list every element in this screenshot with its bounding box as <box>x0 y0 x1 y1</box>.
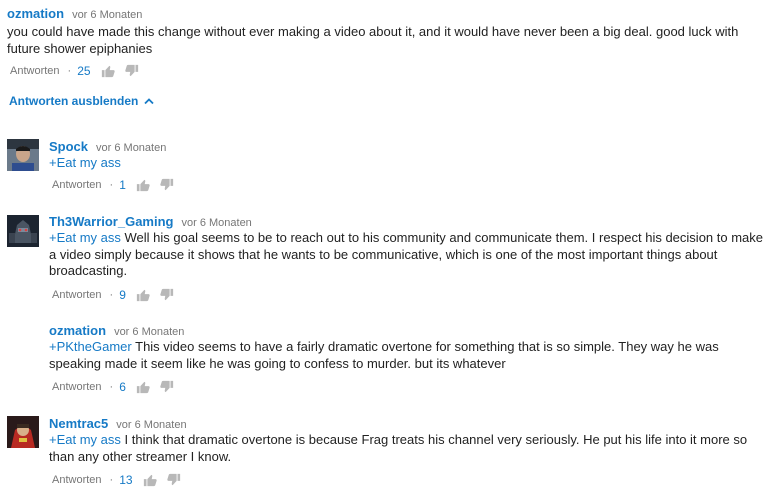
thumbs-up-icon[interactable] <box>143 473 157 487</box>
thumbs-up-icon[interactable] <box>136 288 150 302</box>
reply-button[interactable]: Antworten <box>52 474 102 486</box>
reply-time[interactable]: vor 6 Monaten <box>96 142 166 154</box>
mention-link[interactable]: +Eat my ass <box>49 155 121 170</box>
comment-actions: Antworten · 25 <box>10 63 139 79</box>
reply-button[interactable]: Antworten <box>52 179 102 191</box>
reply-body: Well his goal seems to be to reach out t… <box>49 230 764 278</box>
avatar-spock[interactable] <box>7 139 39 171</box>
comment-top: ozmation vor 6 Monaten you could have mad… <box>7 6 762 57</box>
comment-header: ozmation vor 6 Monaten <box>7 6 762 21</box>
reply-button[interactable]: Antworten <box>52 381 102 393</box>
separator-dot: · <box>109 179 114 191</box>
reply-text: +Eat my ass I think that dramatic overto… <box>49 432 765 465</box>
reply-actions: Antworten · 9 <box>52 287 174 303</box>
thumbs-down-icon[interactable] <box>166 473 181 487</box>
avatar-robot[interactable] <box>7 215 39 247</box>
separator-dot: · <box>109 474 114 486</box>
mention-link[interactable]: +Eat my ass <box>49 230 121 245</box>
reply-time[interactable]: vor 6 Monaten <box>114 326 184 338</box>
like-count: 6 <box>119 380 126 394</box>
reply-author[interactable]: ozmation <box>49 323 106 338</box>
thumbs-up-icon[interactable] <box>101 64 115 78</box>
reply-text: +PKtheGamer This video seems to have a f… <box>49 339 765 372</box>
reply-header: Spock vor 6 Monaten <box>49 139 166 154</box>
thumbs-down-icon[interactable] <box>160 178 174 192</box>
thumbs-up-icon[interactable] <box>136 380 150 394</box>
reply-ozmation: ozmation vor 6 Monaten +PKtheGamer This v… <box>49 323 765 372</box>
reply-nemtrac5: Nemtrac5 vor 6 Monaten +Eat my ass I thin… <box>49 416 765 465</box>
reply-body: This video seems to have a fairly dramat… <box>49 339 719 371</box>
thumbs-down-icon[interactable] <box>160 288 174 302</box>
reply-body: I think that dramatic overtone is becaus… <box>49 432 748 464</box>
reply-time[interactable]: vor 6 Monaten <box>181 217 251 229</box>
comment-time[interactable]: vor 6 Monaten <box>72 9 142 21</box>
reply-author[interactable]: Th3Warrior_Gaming <box>49 214 173 229</box>
comment-author[interactable]: ozmation <box>7 6 64 21</box>
separator-dot: · <box>109 289 114 301</box>
comment-text: you could have made this change without … <box>7 24 739 56</box>
reply-actions: Antworten · 6 <box>52 379 174 395</box>
separator-dot: · <box>109 381 114 393</box>
reply-th3warrior: Th3Warrior_Gaming vor 6 Monaten +Eat my a… <box>49 214 765 280</box>
hide-replies-toggle[interactable]: Antworten ausblenden <box>9 94 154 108</box>
separator-dot: · <box>67 65 72 77</box>
reply-actions: Antworten · 1 <box>52 177 174 193</box>
mention-link[interactable]: +PKtheGamer <box>49 339 132 354</box>
thumbs-down-icon[interactable] <box>160 380 174 394</box>
reply-spock: Spock vor 6 Monaten +Eat my ass <box>49 139 166 172</box>
hide-replies-label: Antworten ausblenden <box>9 94 139 108</box>
reply-button[interactable]: Antworten <box>10 65 60 77</box>
reply-time[interactable]: vor 6 Monaten <box>116 419 186 431</box>
like-count: 13 <box>119 473 133 487</box>
thumbs-down-icon[interactable] <box>124 64 139 78</box>
reply-text: +Eat my ass Well his goal seems to be to… <box>49 230 765 280</box>
like-count: 9 <box>119 288 126 302</box>
reply-author[interactable]: Spock <box>49 139 88 154</box>
reply-header: Nemtrac5 vor 6 Monaten <box>49 416 765 431</box>
reply-actions: Antworten · 13 <box>52 472 181 488</box>
like-count: 1 <box>119 178 126 192</box>
reply-header: ozmation vor 6 Monaten <box>49 323 765 338</box>
thumbs-up-icon[interactable] <box>136 178 150 192</box>
reply-button[interactable]: Antworten <box>52 289 102 301</box>
reply-header: Th3Warrior_Gaming vor 6 Monaten <box>49 214 765 229</box>
chevron-up-icon <box>144 98 154 105</box>
like-count: 25 <box>77 64 91 78</box>
reply-author[interactable]: Nemtrac5 <box>49 416 108 431</box>
mention-link[interactable]: +Eat my ass <box>49 432 121 447</box>
reply-text: +Eat my ass <box>49 155 166 172</box>
avatar-red[interactable] <box>7 416 39 448</box>
